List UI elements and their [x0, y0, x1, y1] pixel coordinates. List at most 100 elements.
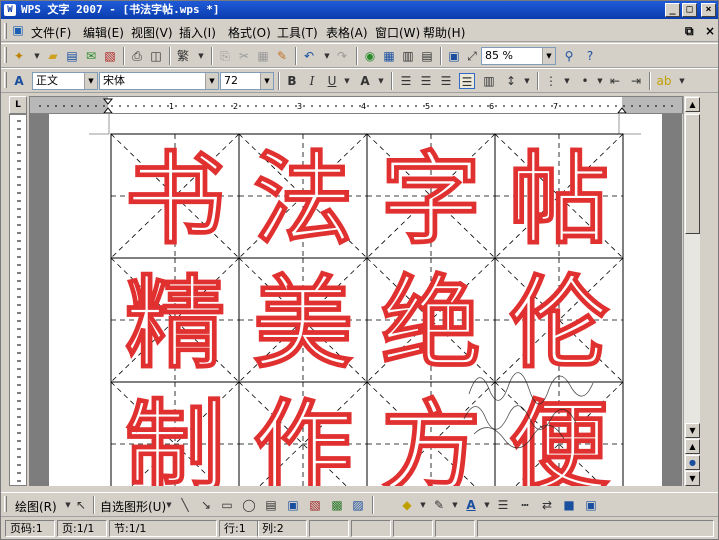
chevron-down-icon[interactable]: ▼	[542, 48, 555, 64]
size-select[interactable]: 72 ▼	[220, 72, 274, 90]
select-objects-icon[interactable]: ↖	[73, 497, 89, 513]
line-icon[interactable]: ╲	[177, 497, 193, 513]
calligraphy-character[interactable]: 法	[252, 139, 354, 259]
brush-icon[interactable]: ✎	[274, 48, 290, 64]
font-color-dropdown-icon[interactable]: ▼	[479, 497, 495, 513]
menu-window[interactable]: 窗口(W)	[375, 24, 420, 41]
browse-object-button[interactable]: ●	[685, 455, 700, 470]
menu-insert[interactable]: 插入(I)	[179, 24, 216, 41]
redo-icon[interactable]: ↷	[334, 48, 350, 64]
open-icon[interactable]: ▰	[45, 48, 61, 64]
chevron-down-icon[interactable]: ▼	[260, 73, 273, 89]
highlight-icon[interactable]: ab	[656, 73, 672, 89]
align-center-icon[interactable]: ☰	[418, 73, 434, 89]
vertical-textbox-icon[interactable]: ▣	[285, 497, 301, 513]
chevron-down-icon[interactable]: ▼	[205, 73, 218, 89]
columns-icon[interactable]: ▥	[400, 48, 416, 64]
italic-button[interactable]: I	[304, 73, 320, 89]
bullets-dropdown-icon[interactable]: ▼	[592, 73, 608, 89]
calligraphy-character[interactable]: 帖	[508, 139, 610, 259]
show-marks-icon[interactable]: ▤	[419, 48, 435, 64]
menubar-grip[interactable]	[4, 23, 7, 39]
convert-dropdown-icon[interactable]: ▼	[193, 48, 209, 64]
underline-dropdown-icon[interactable]: ▼	[339, 73, 355, 89]
format-painter-icon[interactable]: 繁	[175, 48, 191, 64]
vertical-scrollbar[interactable]: ▲ ▼ ▲ ● ▼	[683, 96, 700, 486]
image-icon[interactable]: ▣	[446, 48, 462, 64]
font-effect-button[interactable]: A	[357, 73, 373, 89]
fill-dropdown-icon[interactable]: ▼	[415, 497, 431, 513]
document-page[interactable]: 书法字帖精美绝伦制作方便	[49, 114, 662, 486]
bullets-icon[interactable]: •	[577, 73, 593, 89]
mail-icon[interactable]: ✉	[83, 48, 99, 64]
calligraphy-character[interactable]: 伦	[508, 263, 611, 383]
scroll-down-button[interactable]: ▼	[685, 423, 700, 438]
autoshape-button[interactable]: 自选图形(U)	[100, 498, 166, 515]
print-preview-icon[interactable]: ◫	[148, 48, 164, 64]
wordart-icon[interactable]: ▧	[307, 497, 323, 513]
new-icon[interactable]: ✦	[11, 48, 27, 64]
dash-style-icon[interactable]: ┅	[517, 497, 533, 513]
menu-help[interactable]: 帮助(H)	[423, 24, 465, 41]
underline-button[interactable]: U	[324, 73, 340, 89]
styles-icon[interactable]: A	[11, 73, 27, 89]
highlight-dropdown-icon[interactable]: ▼	[674, 73, 690, 89]
menu-table[interactable]: 表格(A)	[326, 24, 368, 41]
decrease-indent-icon[interactable]: ⇤	[607, 73, 623, 89]
document-area[interactable]: 书法字帖精美绝伦制作方便	[29, 114, 682, 486]
calligraphy-character[interactable]: 书	[124, 139, 226, 259]
table-icon[interactable]: ▦	[381, 48, 397, 64]
menu-format[interactable]: 格式(O)	[228, 24, 271, 41]
calligraphy-character[interactable]: 制	[124, 387, 226, 486]
hyperlink-icon[interactable]: ◉	[362, 48, 378, 64]
paste-icon[interactable]: ▦	[255, 48, 271, 64]
toolbar-grip[interactable]	[4, 496, 7, 512]
3d-icon[interactable]: ▣	[583, 497, 599, 513]
align-right-icon[interactable]: ☰	[438, 73, 454, 89]
toolbar-grip[interactable]	[4, 72, 7, 88]
calligraphy-character[interactable]: 精	[124, 263, 226, 383]
tab-selector[interactable]: L	[9, 96, 27, 114]
doc-restore-button[interactable]: ⧉	[685, 24, 694, 39]
menu-view[interactable]: 视图(V)	[131, 24, 173, 41]
autoshape-dropdown-icon[interactable]: ▼	[161, 497, 177, 513]
find-icon[interactable]: ⚲	[561, 48, 577, 64]
doc-close-button[interactable]: ×	[705, 24, 715, 38]
print-icon[interactable]: ⎙	[129, 48, 145, 64]
distributed-icon[interactable]: ▥	[481, 73, 497, 89]
maximize-button[interactable]: □	[682, 3, 697, 17]
zoom-select[interactable]: 85 % ▼	[481, 47, 556, 65]
line-color-icon[interactable]: ✎	[431, 497, 447, 513]
next-page-button[interactable]: ▼	[685, 471, 700, 486]
picture-icon[interactable]: ▨	[350, 497, 366, 513]
spacing-dropdown-icon[interactable]: ▼	[519, 73, 535, 89]
style-select[interactable]: 正文 ▼	[32, 72, 98, 90]
new-dropdown-icon[interactable]: ▼	[29, 48, 45, 64]
chevron-down-icon[interactable]: ▼	[84, 73, 97, 89]
font-select[interactable]: 宋体 ▼	[99, 72, 219, 90]
line-style-icon[interactable]: ☰	[495, 497, 511, 513]
bold-button[interactable]: B	[284, 73, 300, 89]
minimize-button[interactable]: _	[665, 3, 680, 17]
shadow-icon[interactable]: ■	[561, 497, 577, 513]
menu-tools[interactable]: 工具(T)	[277, 24, 318, 41]
increase-indent-icon[interactable]: ⇥	[628, 73, 644, 89]
font-color-icon[interactable]: A	[463, 497, 479, 513]
arrow-style-icon[interactable]: ⇄	[539, 497, 555, 513]
prev-page-button[interactable]: ▲	[685, 439, 700, 454]
oval-icon[interactable]: ◯	[241, 497, 257, 513]
line-spacing-icon[interactable]: ↕	[503, 73, 519, 89]
zoom-icon[interactable]: ⤢	[464, 48, 480, 64]
close-button[interactable]: ×	[701, 3, 716, 17]
pdf-icon[interactable]: ▧	[102, 48, 118, 64]
menu-file[interactable]: 文件(F)	[31, 24, 71, 41]
scroll-thumb[interactable]	[685, 114, 700, 234]
undo-icon[interactable]: ↶	[301, 48, 317, 64]
justify-icon[interactable]: ☰	[459, 73, 475, 89]
rectangle-icon[interactable]: ▭	[219, 497, 235, 513]
horizontal-ruler[interactable]: 1 2 3 4 5 6 7	[29, 96, 683, 114]
vertical-ruler[interactable]	[9, 114, 27, 486]
menu-edit[interactable]: 编辑(E)	[83, 24, 124, 41]
textbox-icon[interactable]: ▤	[263, 497, 279, 513]
calligraphy-character[interactable]: 方	[380, 387, 482, 486]
